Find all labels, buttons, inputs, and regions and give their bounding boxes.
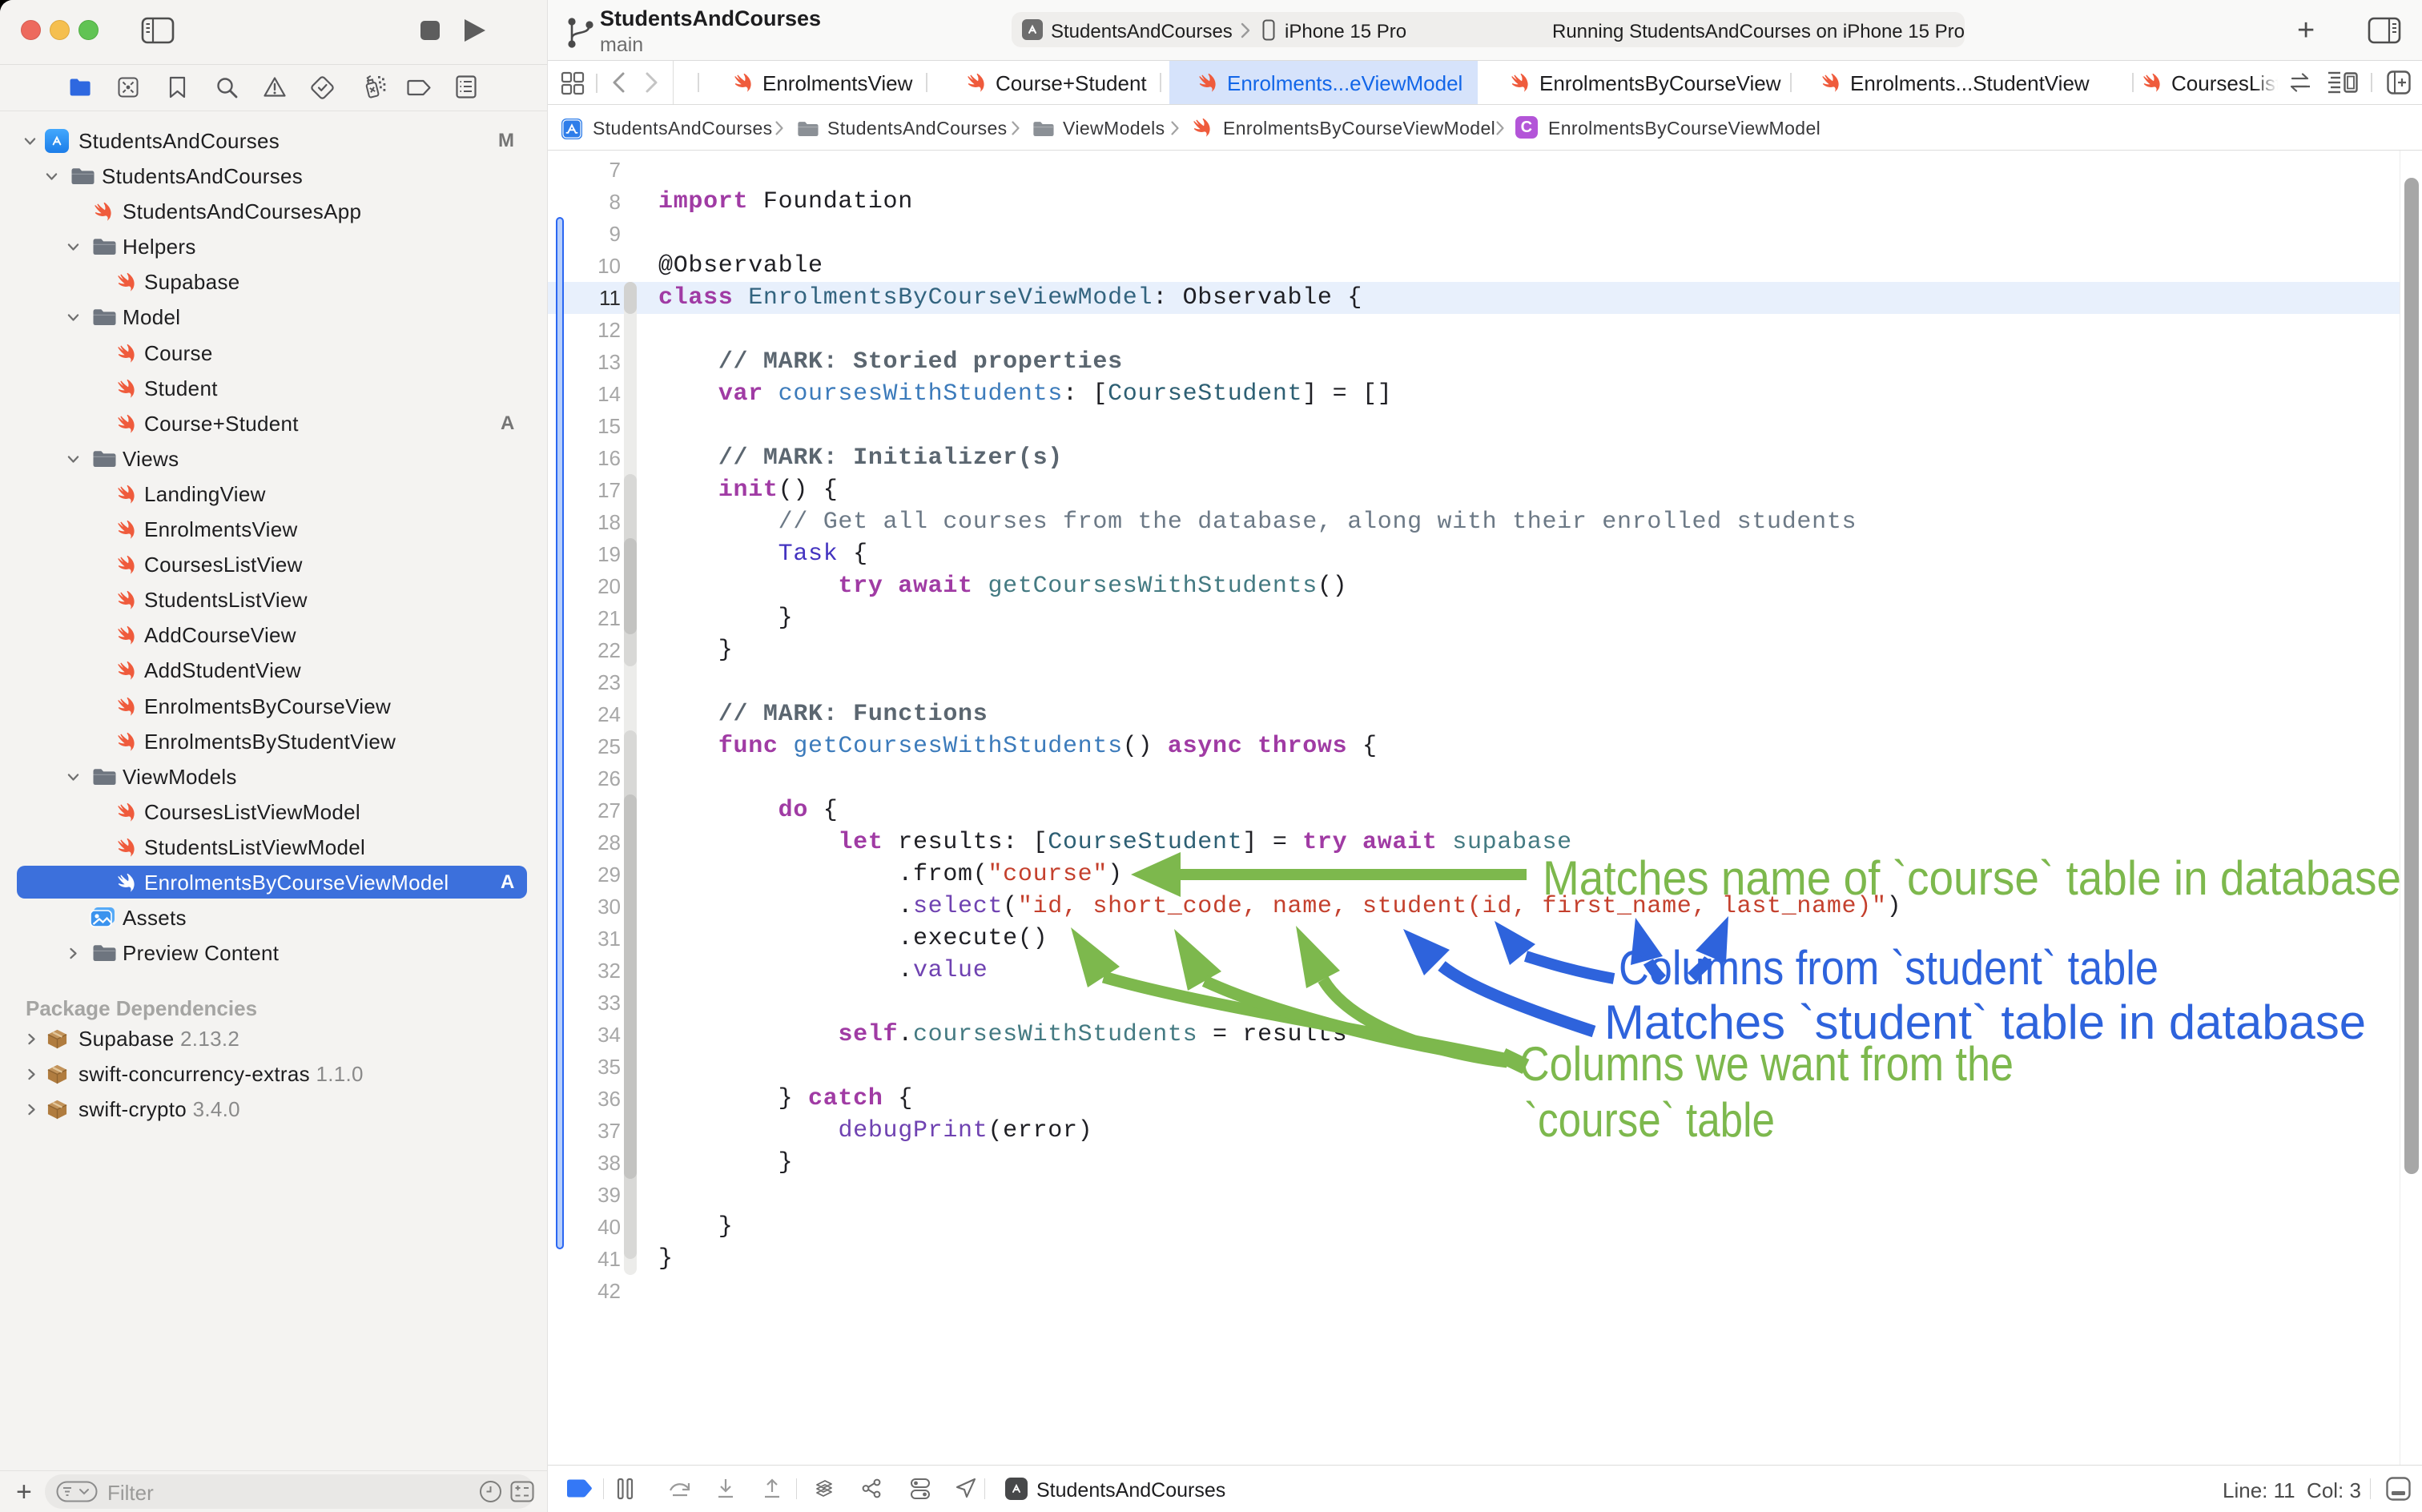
svg-text:Columns we want from the: Columns we want from the: [1519, 1037, 2014, 1091]
svg-text:Columns from `student` table: Columns from `student` table: [1619, 941, 2158, 995]
svg-text:Matches name of `course` table: Matches name of `course` table in databa…: [1543, 851, 2401, 905]
svg-text:`course` table: `course` table: [1524, 1093, 1775, 1147]
